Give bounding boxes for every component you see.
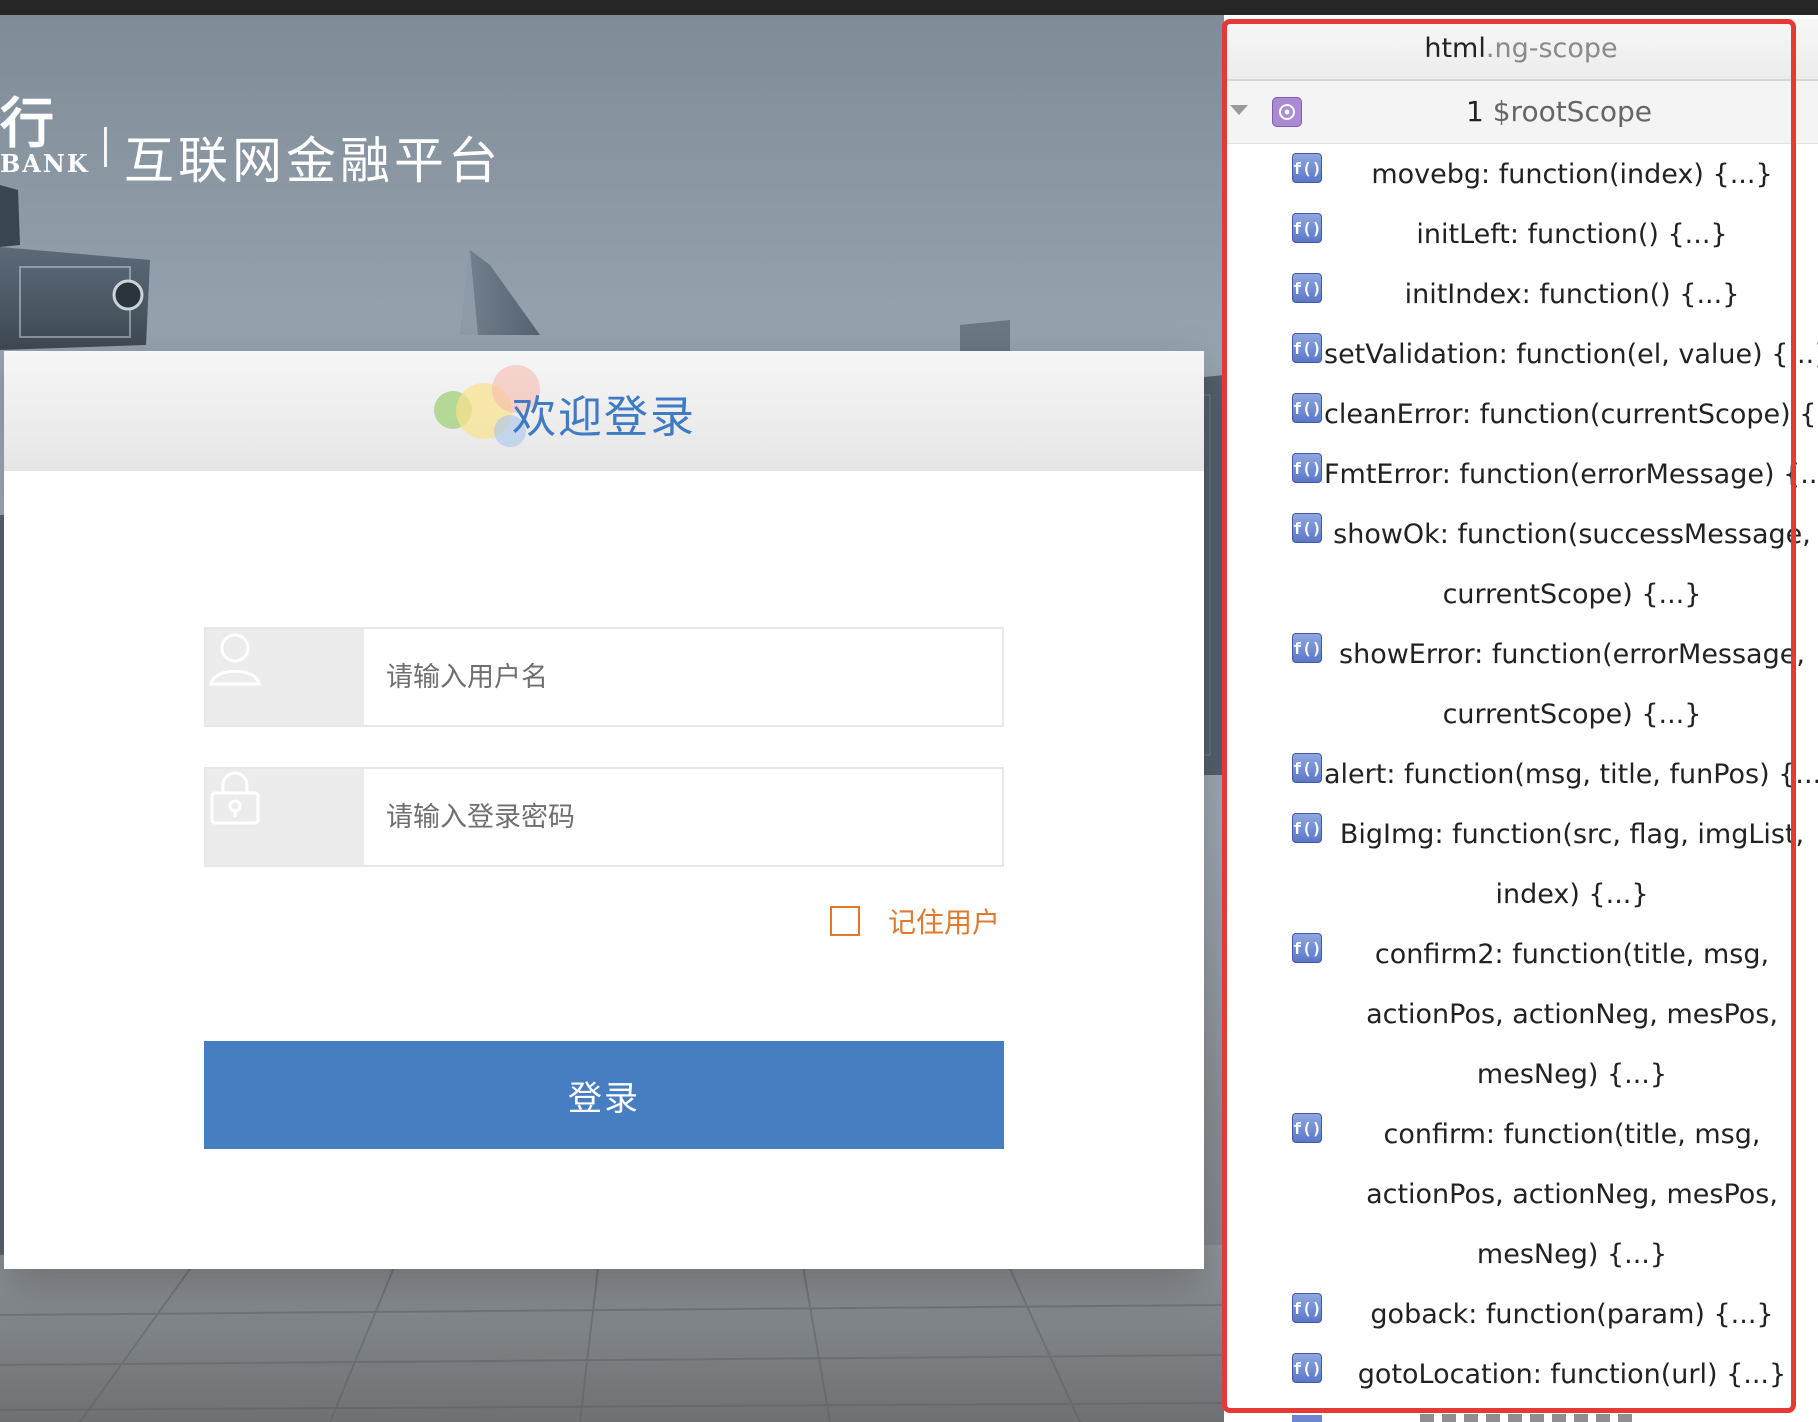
platform-title: 互联网金融平台: [124, 132, 502, 190]
function-icon: f(): [1292, 153, 1322, 183]
root-scope-name: $rootScope: [1492, 95, 1652, 128]
function-row[interactable]: f() confirm2: function(title, msg, actio…: [1224, 925, 1818, 1105]
inspector-tag: html: [1424, 33, 1486, 64]
function-icon: f(): [1292, 273, 1322, 303]
function-signature: showOk: function(successMessage, current…: [1333, 519, 1811, 610]
function-icon: f(): [1292, 813, 1322, 843]
username-field: [204, 627, 1004, 727]
login-card-header: 欢迎登录: [4, 351, 1204, 471]
scope-icon: [1272, 97, 1302, 127]
function-row[interactable]: f() initIndex: function() {...}: [1224, 265, 1818, 325]
function-signature: initIndex: function() {...}: [1404, 279, 1740, 310]
function-row[interactable]: f() initLeft: function() {...}: [1224, 205, 1818, 265]
function-icon: f(): [1292, 1113, 1322, 1143]
function-icon: f(): [1292, 453, 1322, 483]
function-signature: initLeft: function() {...}: [1416, 219, 1728, 250]
function-icon: f(): [1292, 633, 1322, 663]
next-row-text-peek: [1420, 1414, 1640, 1422]
function-signature: confirm2: function(title, msg, actionPos…: [1366, 939, 1778, 1090]
function-icon: f(): [1292, 213, 1322, 243]
scope-function-list: f() movebg: function(index) {...} f() in…: [1224, 145, 1818, 1405]
remember-label[interactable]: 记住用户: [888, 901, 1000, 941]
function-icon: f(): [1292, 753, 1322, 783]
function-icon: f(): [1292, 393, 1322, 423]
window-top-strip: [0, 0, 1818, 15]
function-signature: goback: function(param) {...}: [1370, 1299, 1774, 1330]
login-button[interactable]: 登录: [204, 1041, 1004, 1149]
function-signature: setValidation: function(el, value) {...}: [1324, 339, 1818, 370]
lock-icon: [206, 769, 364, 865]
bank-logo-latin: BANK: [0, 149, 90, 178]
disclosure-triangle-icon[interactable]: [1230, 105, 1248, 115]
brand-divider: [104, 127, 107, 167]
root-scope-row[interactable]: 1 $rootScope: [1224, 81, 1818, 144]
password-input[interactable]: [364, 769, 1002, 865]
function-signature: gotoLocation: function(url) {...}: [1357, 1359, 1787, 1390]
function-signature: alert: function(msg, title, funPos) {...…: [1324, 759, 1818, 790]
inspector-header: html.ng-scope: [1224, 19, 1818, 81]
scope-inspector-panel: html.ng-scope 1 $rootScope f() movebg: f…: [1224, 15, 1818, 1422]
next-row-peek: [1292, 1415, 1322, 1422]
login-title: 欢迎登录: [512, 392, 696, 443]
background-cityscape: 行 BANK 互联网金融平台 欢迎登录 请输入用户名 记住用户 登录: [0, 15, 1224, 1422]
root-scope-label: 1 $rootScope: [1314, 81, 1804, 143]
bank-logo: 行 BANK: [0, 93, 90, 178]
function-row[interactable]: f() FmtError: function(errorMessage) {..…: [1224, 445, 1818, 505]
function-row[interactable]: f() showOk: function(successMessage, cur…: [1224, 505, 1818, 625]
function-row[interactable]: f() showError: function(errorMessage, cu…: [1224, 625, 1818, 745]
password-field: [204, 767, 1004, 867]
function-row[interactable]: f() BigImg: function(src, flag, imgList,…: [1224, 805, 1818, 925]
function-row[interactable]: f() movebg: function(index) {...}: [1224, 145, 1818, 205]
function-icon: f(): [1292, 1293, 1322, 1323]
root-scope-index: 1: [1466, 95, 1484, 128]
function-row[interactable]: f() confirm: function(title, msg, action…: [1224, 1105, 1818, 1285]
remember-checkbox[interactable]: [830, 906, 860, 936]
function-icon: f(): [1292, 333, 1322, 363]
function-row[interactable]: f() setValidation: function(el, value) {…: [1224, 325, 1818, 385]
function-icon: f(): [1292, 513, 1322, 543]
function-signature: movebg: function(index) {...}: [1371, 159, 1773, 190]
function-signature: showError: function(errorMessage, curren…: [1339, 639, 1805, 730]
login-card: 欢迎登录 记住用户: [4, 351, 1204, 1269]
function-icon: f(): [1292, 933, 1322, 963]
function-signature: confirm: function(title, msg, actionPos,…: [1366, 1119, 1778, 1270]
function-icon: f(): [1292, 1353, 1322, 1383]
function-signature: BigImg: function(src, flag, imgList, ind…: [1339, 819, 1805, 910]
function-signature: FmtError: function(errorMessage) {...}: [1324, 459, 1818, 490]
function-signature: cleanError: function(currentScope) {...}: [1324, 399, 1818, 430]
username-input[interactable]: [364, 629, 1002, 725]
function-row[interactable]: f() alert: function(msg, title, funPos) …: [1224, 745, 1818, 805]
user-icon: [206, 629, 364, 725]
function-row[interactable]: f() goback: function(param) {...}: [1224, 1285, 1818, 1345]
remember-user-option[interactable]: 记住用户: [830, 901, 1000, 941]
function-row[interactable]: f() cleanError: function(currentScope) {…: [1224, 385, 1818, 445]
bank-logo-glyph: 行: [0, 91, 54, 155]
inspector-class: .ng-scope: [1485, 33, 1618, 64]
function-row[interactable]: f() gotoLocation: function(url) {...}: [1224, 1345, 1818, 1405]
